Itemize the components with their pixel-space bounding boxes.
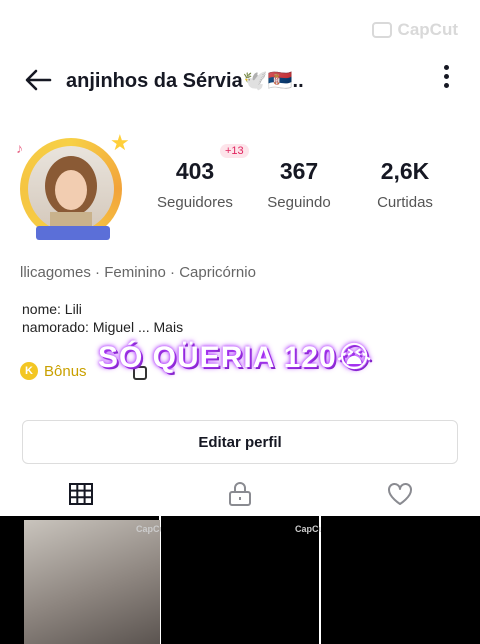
watermark-text: CapCut — [397, 20, 458, 39]
video-thumbnail[interactable]: CapCut — [161, 516, 327, 644]
music-note-icon: ♪ — [16, 140, 23, 156]
capcut-watermark: CapCut — [371, 20, 458, 40]
bio-line-more[interactable]: namorado: Miguel ... Mais — [22, 318, 183, 336]
capcut-logo-icon — [371, 22, 392, 38]
likes-count: 2,6K — [380, 158, 430, 184]
following-label: Seguindo — [267, 194, 331, 211]
crown-star-icon: ★ — [110, 130, 130, 155]
video-thumbnail[interactable] — [321, 516, 480, 644]
stat-following[interactable]: 367 Seguindo — [254, 158, 344, 211]
content-tabs — [0, 474, 480, 514]
bonus-link[interactable]: K Bônus — [20, 362, 87, 380]
top-bar: anjinhos da Sérvia🕊️🇷🇸.. — [0, 58, 480, 102]
stat-followers[interactable]: 403 Seguidores +13 — [150, 144, 249, 211]
video-caption-overlay: SÓ QÜERIA 120😭 — [98, 341, 373, 374]
back-arrow-icon[interactable] — [20, 62, 56, 98]
video-thumbnail[interactable]: CapCut — [0, 516, 168, 644]
avatar-ribbon — [36, 226, 110, 240]
grid-icon[interactable] — [67, 480, 95, 508]
new-followers-badge: +13 — [220, 144, 249, 158]
profile-title: anjinhos da Sérvia🕊️🇷🇸.. — [66, 70, 304, 92]
followers-label: Seguidores — [157, 194, 233, 211]
edit-profile-button[interactable]: Editar perfil — [22, 420, 458, 464]
bio: nome: Lili namorado: Miguel ... Mais — [22, 300, 183, 336]
bio-line-name: nome: Lili — [22, 301, 82, 317]
profile-photo — [28, 146, 114, 232]
heart-icon[interactable] — [386, 480, 414, 508]
more-options-icon[interactable] — [438, 62, 454, 98]
stat-likes[interactable]: 2,6K Curtidas — [360, 158, 450, 211]
followers-count: 403 — [175, 158, 215, 184]
bonus-label: Bônus — [44, 362, 87, 380]
video-thumbnail-image — [24, 520, 160, 644]
likes-label: Curtidas — [377, 194, 433, 211]
video-grid: CapCut CapCut — [0, 516, 480, 644]
coin-icon: K — [20, 362, 38, 380]
lock-icon[interactable] — [226, 480, 254, 508]
following-count: 367 — [279, 158, 319, 184]
profile-meta: llicagomes · Feminino · Capricórnio — [20, 264, 256, 281]
avatar[interactable]: ♪ ★ — [16, 132, 132, 244]
